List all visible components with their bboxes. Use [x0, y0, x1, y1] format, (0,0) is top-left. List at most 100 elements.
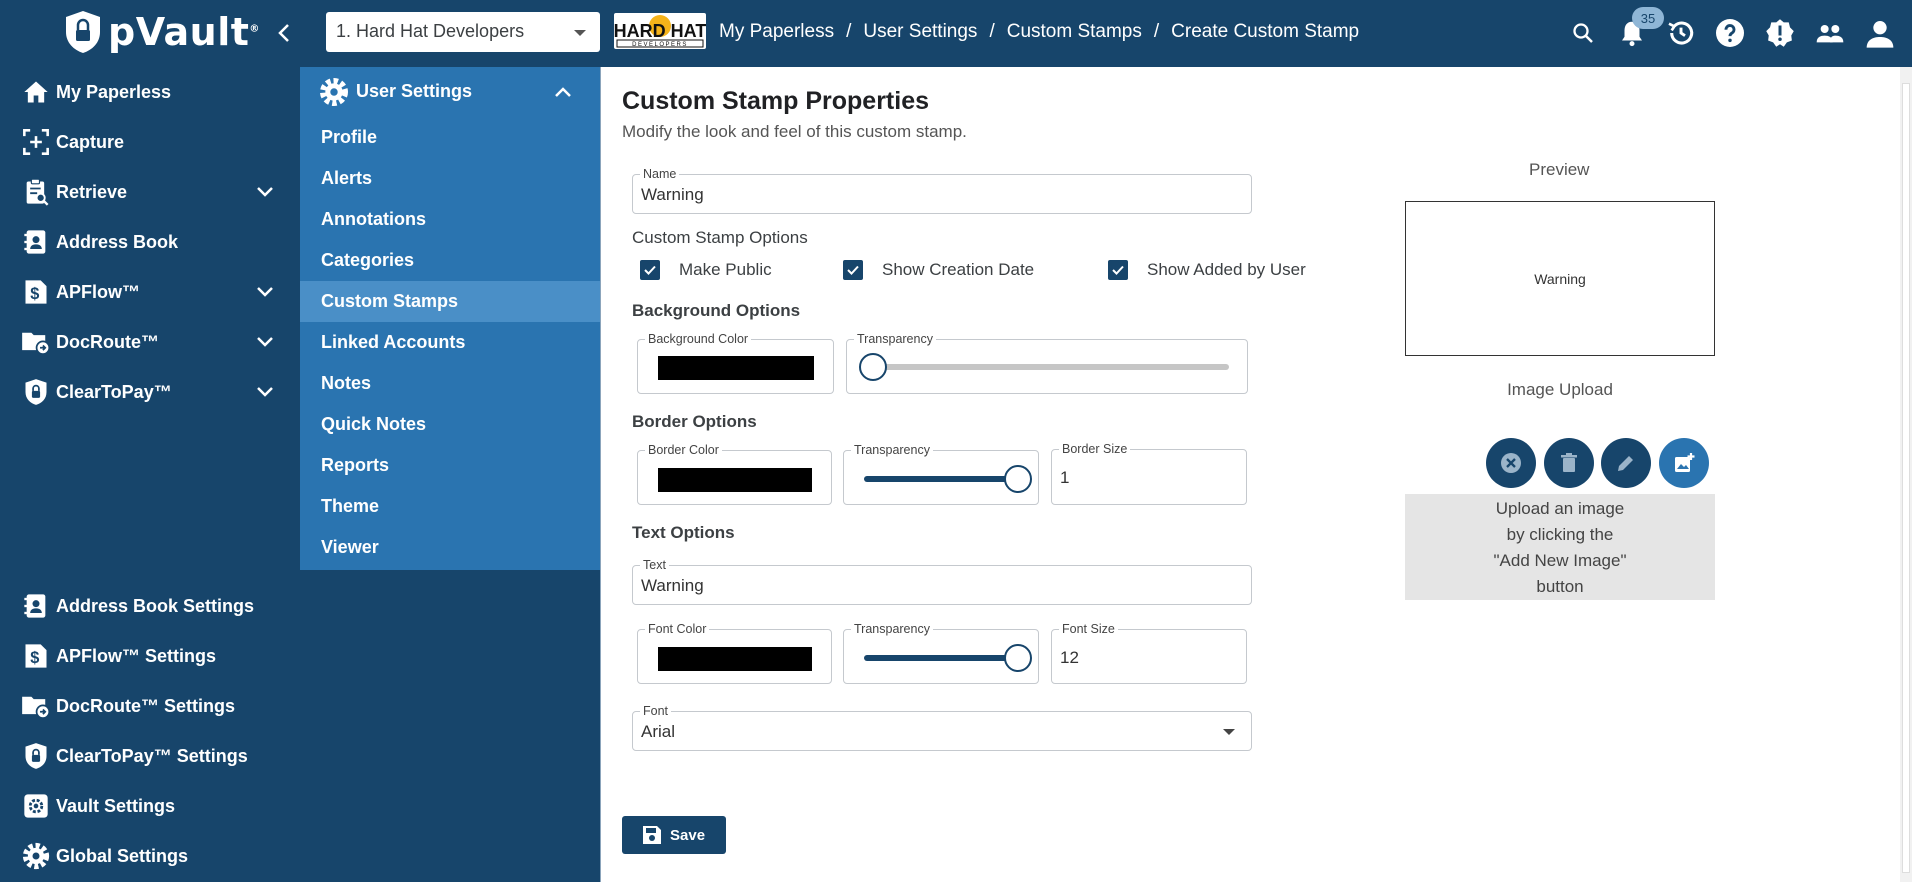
border-transparency-slider[interactable]	[864, 465, 1032, 493]
nav-apflow-settings[interactable]: $ APFlow™ Settings	[0, 634, 300, 678]
scrollbar-thumb[interactable]	[1902, 83, 1910, 873]
account-button[interactable]	[1860, 13, 1900, 53]
settings-item-viewer[interactable]: Viewer	[300, 527, 600, 568]
nav-my-paperless[interactable]: My Paperless	[0, 70, 300, 114]
nav-address-book[interactable]: Address Book	[0, 220, 300, 264]
save-button[interactable]: Save	[622, 816, 726, 854]
shield-lock-icon	[66, 11, 100, 53]
settings-item-annotations[interactable]: Annotations	[300, 199, 600, 240]
main-content: Custom Stamp Properties Modify the look …	[600, 67, 1912, 882]
breadcrumb-custom-stamps[interactable]: Custom Stamps	[1007, 21, 1142, 43]
chevron-up-icon[interactable]	[552, 81, 574, 103]
vault-select[interactable]: 1. Hard Hat Developers	[326, 12, 600, 52]
preview-label: Preview	[1529, 160, 1590, 179]
delete-image-button[interactable]	[1544, 438, 1594, 488]
user-avatar-icon	[1866, 21, 1894, 48]
settings-menu-header[interactable]: User Settings	[300, 67, 600, 115]
dollar-doc-icon: $	[20, 276, 52, 308]
nav-address-book-settings[interactable]: Address Book Settings	[0, 584, 300, 628]
address-book-icon	[20, 590, 52, 622]
chevron-down-icon[interactable]	[254, 281, 276, 303]
chevron-down-icon[interactable]	[254, 181, 276, 203]
chevron-down-icon[interactable]	[254, 331, 276, 353]
name-field[interactable]: Name Warning	[632, 167, 1252, 214]
search-button[interactable]	[1563, 13, 1603, 53]
nav-vault-settings[interactable]: Vault Settings	[0, 784, 300, 828]
nav-retrieve[interactable]: Retrieve	[0, 170, 300, 214]
add-image-icon	[1675, 453, 1695, 472]
border-color-field[interactable]: Border Color	[637, 443, 832, 505]
help-button[interactable]	[1710, 13, 1750, 53]
checkbox-checked-icon	[1108, 260, 1128, 280]
breadcrumb-separator: /	[846, 21, 852, 42]
home-icon	[20, 76, 52, 108]
settings-item-alerts[interactable]: Alerts	[300, 158, 600, 199]
show-added-by-user-checkbox[interactable]: Show Added by User	[1108, 260, 1306, 280]
gear-icon	[20, 840, 52, 872]
company-logo-line1: HARD HAT	[614, 21, 706, 41]
settings-item-linked-accounts[interactable]: Linked Accounts	[300, 322, 600, 363]
background-color-field[interactable]: Background Color	[637, 332, 834, 394]
show-creation-date-checkbox[interactable]: Show Creation Date	[843, 260, 1034, 280]
text-options-heading: Text Options	[632, 523, 735, 542]
app-logo[interactable]: pVault®	[64, 10, 260, 54]
collapse-sidebar-button[interactable]	[270, 18, 300, 48]
text-field[interactable]: Text Warning	[632, 558, 1252, 605]
history-button[interactable]	[1661, 13, 1701, 53]
background-options-heading: Background Options	[632, 301, 801, 320]
breadcrumb-my-paperless[interactable]: My Paperless	[719, 21, 834, 43]
font-transparency-slider[interactable]	[864, 644, 1032, 672]
app-name: pVault®	[108, 10, 260, 54]
font-color-field[interactable]: Font Color	[637, 622, 832, 684]
settings-menu: User Settings Profile Alerts Annotations…	[300, 67, 600, 570]
font-value: Arial	[641, 722, 676, 741]
nav-capture[interactable]: Capture	[0, 120, 300, 164]
settings-item-notes[interactable]: Notes	[300, 363, 600, 404]
font-size-field[interactable]: Font Size 12	[1051, 622, 1247, 684]
edit-image-button[interactable]	[1601, 438, 1651, 488]
border-transparency-field: Transparency	[843, 443, 1039, 505]
caret-down-icon	[1223, 729, 1235, 735]
nav-docroute[interactable]: DocRoute™	[0, 320, 300, 364]
checkbox-checked-icon	[843, 260, 863, 280]
name-value: Warning	[641, 185, 704, 204]
chevron-down-icon[interactable]	[254, 381, 276, 403]
slider-thumb[interactable]	[1004, 644, 1032, 672]
nav-cleartopay[interactable]: ClearToPay™	[0, 370, 300, 414]
make-public-checkbox[interactable]: Make Public	[640, 260, 772, 280]
border-size-field[interactable]: Border Size 1	[1051, 442, 1247, 505]
company-logo: HARD HAT DEVELOPERS	[614, 13, 706, 49]
image-upload-area[interactable]: Upload an image by clicking the "Add New…	[1405, 494, 1715, 600]
background-transparency-field: Transparency	[846, 332, 1248, 394]
nav-docroute-settings[interactable]: DocRoute™ Settings	[0, 684, 300, 728]
slider-thumb[interactable]	[859, 353, 887, 381]
caret-down-icon	[574, 30, 586, 36]
svg-text:$: $	[30, 649, 39, 667]
page-scrollbar[interactable]	[1900, 67, 1912, 882]
settings-item-profile[interactable]: Profile	[300, 117, 600, 158]
breadcrumb-user-settings[interactable]: User Settings	[863, 21, 977, 43]
slider-thumb[interactable]	[1004, 465, 1032, 493]
breadcrumb-separator: /	[989, 21, 995, 42]
font-transparency-field: Transparency	[843, 622, 1039, 684]
address-book-icon	[20, 226, 52, 258]
gear-box-icon	[20, 790, 52, 822]
users-button[interactable]	[1810, 13, 1850, 53]
alerts-button[interactable]	[1760, 13, 1800, 53]
font-select[interactable]: Font Arial	[632, 704, 1252, 751]
add-new-image-button[interactable]	[1659, 438, 1709, 488]
settings-item-reports[interactable]: Reports	[300, 445, 600, 486]
nav-cleartopay-settings[interactable]: ClearToPay™ Settings	[0, 734, 300, 778]
settings-item-categories[interactable]: Categories	[300, 240, 600, 281]
folder-route-icon	[20, 690, 52, 722]
clear-image-button[interactable]	[1486, 438, 1536, 488]
settings-item-custom-stamps[interactable]: Custom Stamps	[300, 281, 600, 322]
nav-global-settings[interactable]: Global Settings	[0, 834, 300, 878]
vault-select-value: 1. Hard Hat Developers	[336, 21, 525, 41]
background-transparency-slider[interactable]	[859, 353, 1229, 381]
settings-item-quick-notes[interactable]: Quick Notes	[300, 404, 600, 445]
settings-item-theme[interactable]: Theme	[300, 486, 600, 527]
settings-menu-title: User Settings	[356, 80, 473, 101]
nav-apflow[interactable]: $ APFlow™	[0, 270, 300, 314]
pencil-icon	[1618, 456, 1633, 471]
